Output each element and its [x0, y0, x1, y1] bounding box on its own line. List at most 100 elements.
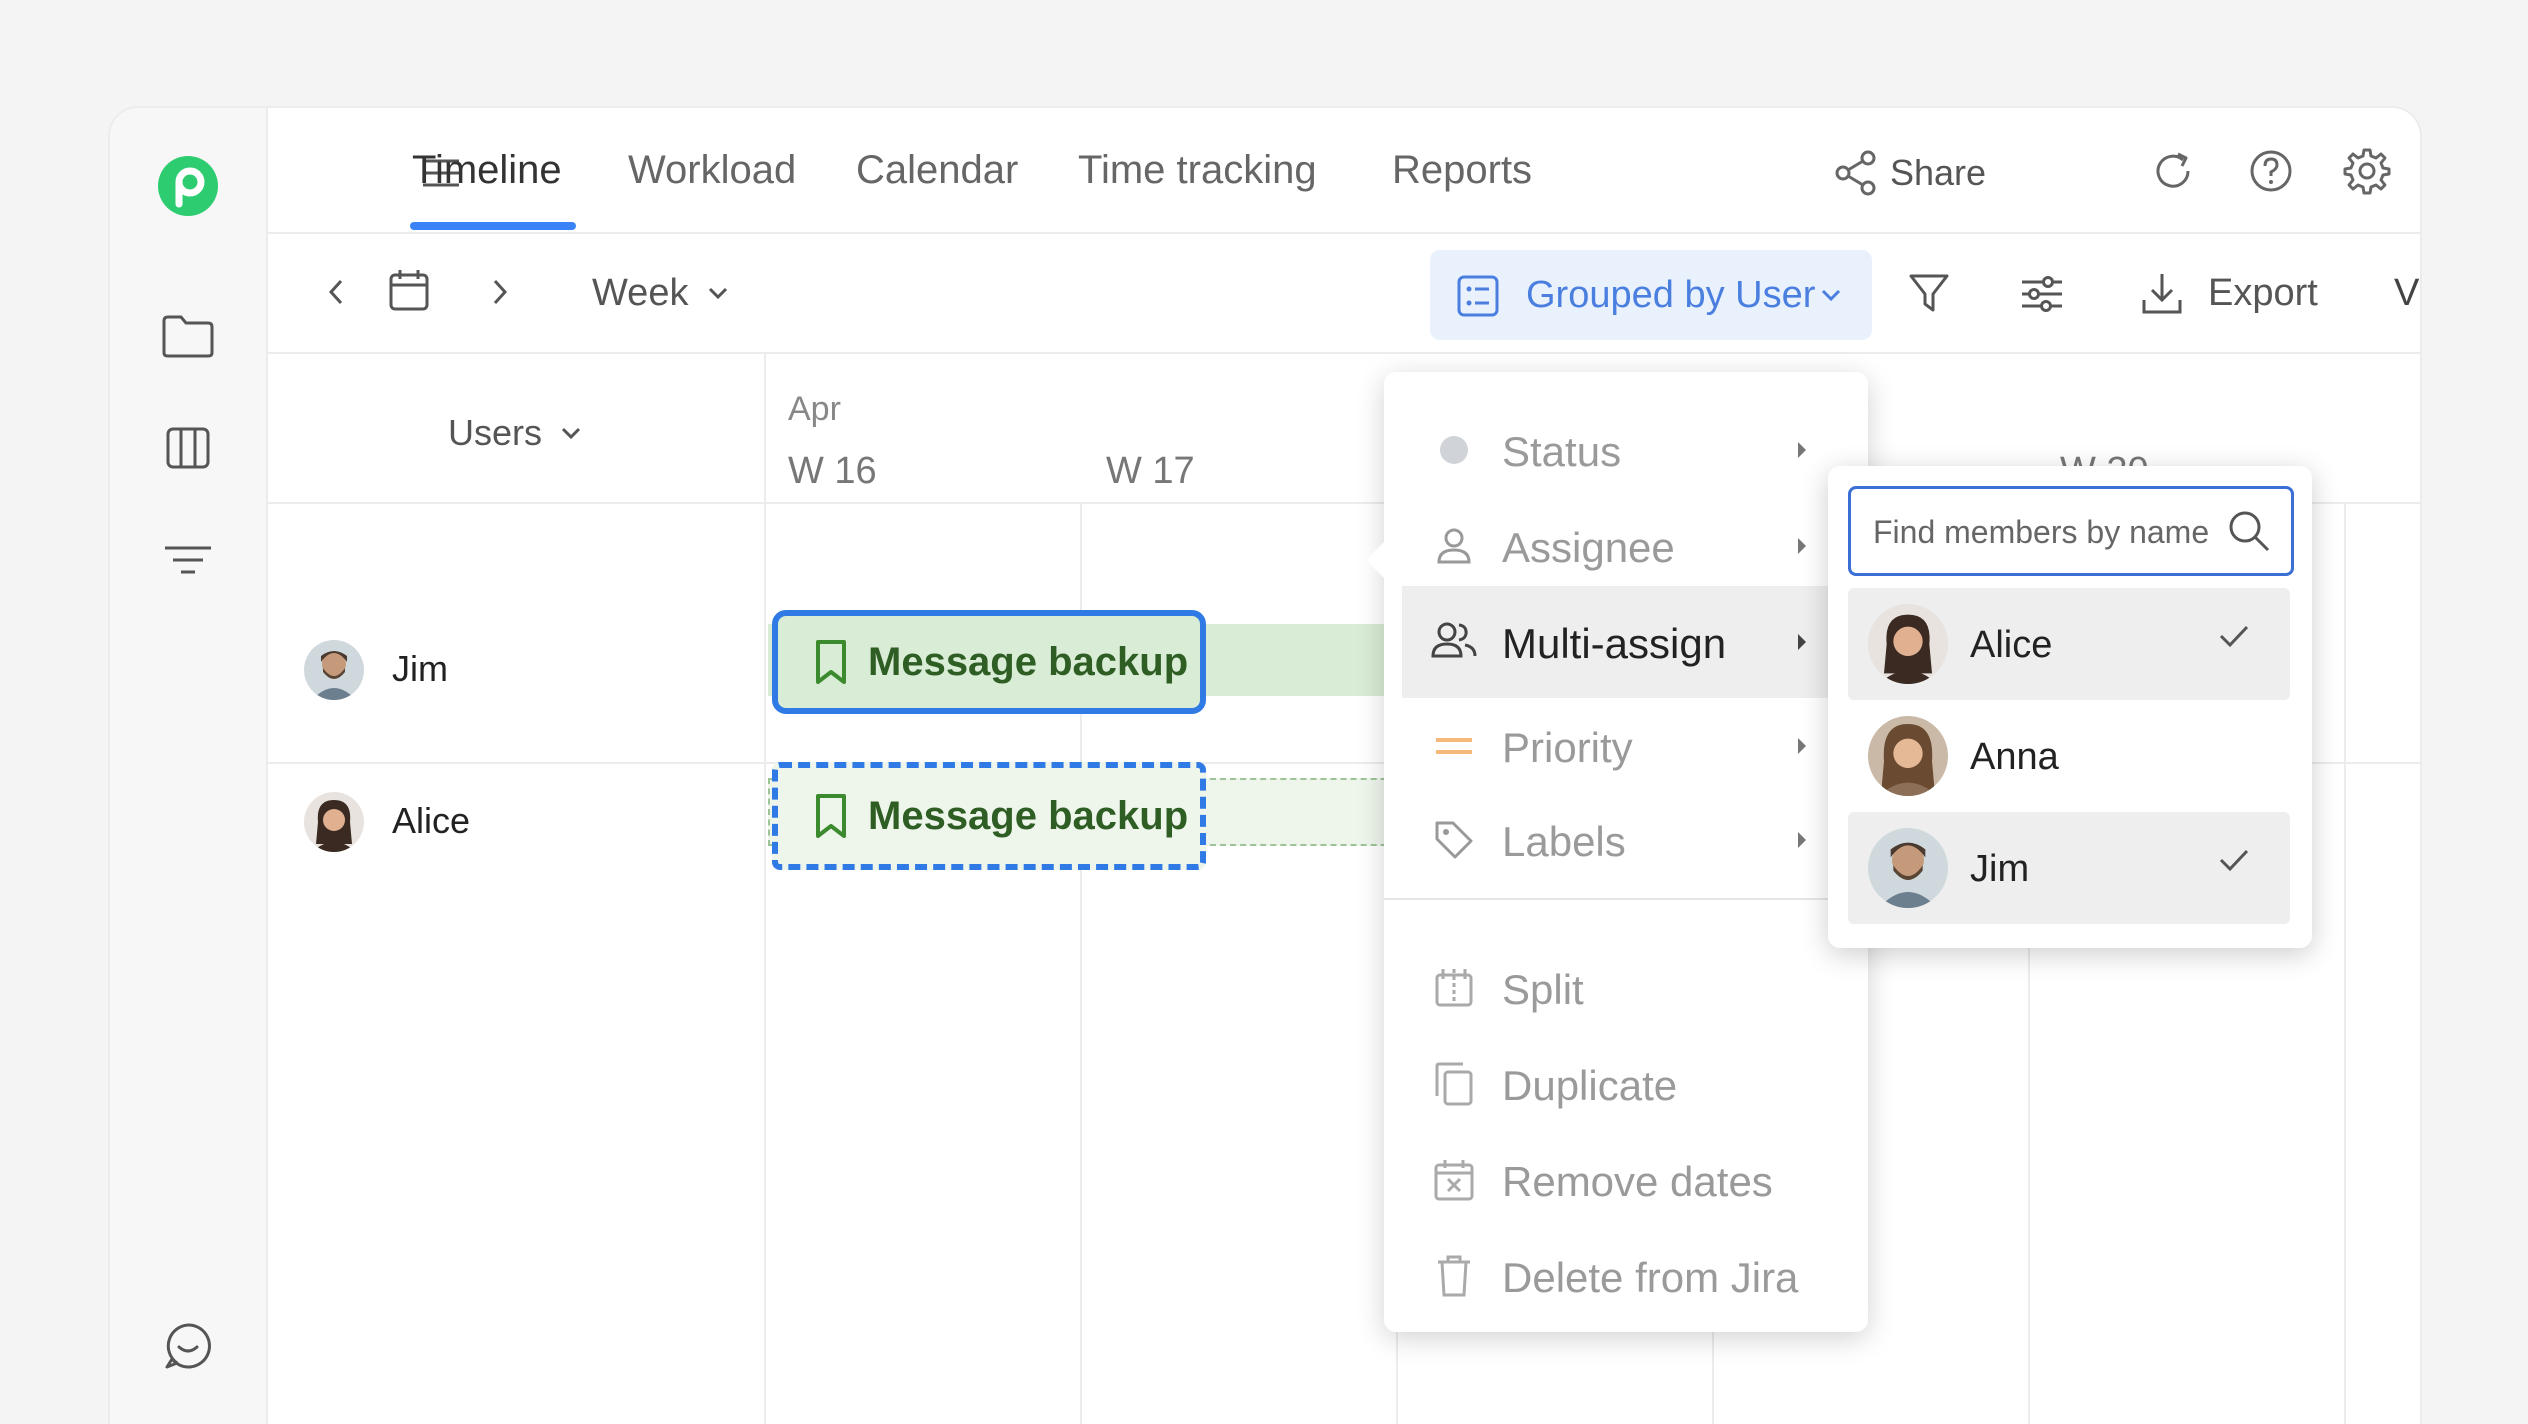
tab-time-tracking[interactable]: Time tracking: [1078, 148, 1317, 193]
user-name: Jim: [392, 648, 448, 689]
brand-logo-icon[interactable]: [156, 154, 220, 218]
task-title: Message backup: [868, 793, 1189, 838]
check-icon: [2218, 624, 2250, 648]
member-search-box: [1848, 486, 2294, 576]
filter-lines-icon[interactable]: [156, 528, 220, 592]
period-select-value: Week: [592, 271, 689, 314]
period-select[interactable]: Week: [592, 266, 730, 320]
chevron-down-icon: [1820, 288, 1842, 302]
folder-icon[interactable]: [156, 304, 220, 368]
menu-item-label: Priority: [1502, 724, 1633, 771]
menu-item-split[interactable]: Split: [1384, 940, 1868, 1036]
grouping-label: Grouped by User: [1526, 274, 1816, 316]
share-icon: [1834, 150, 1878, 196]
chevron-down-icon: [561, 427, 581, 440]
help-icon[interactable]: [2244, 144, 2298, 198]
bookmark-icon: [816, 640, 846, 684]
refresh-icon[interactable]: [2146, 144, 2200, 198]
view-button[interactable]: View: [2394, 272, 2420, 315]
menu-item-duplicate[interactable]: Duplicate: [1384, 1036, 1868, 1132]
menu-item-labels[interactable]: Labels: [1384, 792, 1868, 888]
member-search-input[interactable]: [1871, 489, 2235, 575]
chevron-right-icon: [1796, 830, 1808, 850]
top-nav: Timeline Workload Calendar Time tracking…: [268, 108, 2420, 234]
tab-workload[interactable]: Workload: [628, 148, 796, 193]
tab-calendar[interactable]: Calendar: [856, 148, 1018, 193]
adjustments-sliders-icon[interactable]: [2020, 272, 2064, 316]
member-option-alice[interactable]: Alice: [1848, 588, 2290, 700]
menu-item-status[interactable]: Status: [1384, 402, 1868, 498]
filter-funnel-icon[interactable]: [1908, 272, 1950, 316]
member-name: Anna: [1970, 736, 2059, 778]
check-icon: [2218, 848, 2250, 872]
avatar: [304, 792, 364, 852]
menu-item-label: Labels: [1502, 818, 1626, 865]
chevron-left-icon: [328, 279, 343, 305]
menu-pointer: [1366, 542, 1384, 578]
menu-item-remove-dates[interactable]: Remove dates: [1384, 1132, 1868, 1228]
chevron-right-icon: [1796, 632, 1808, 652]
menu-item-label: Remove dates: [1502, 1158, 1773, 1205]
share-label: Share: [1890, 152, 1987, 193]
chevron-right-icon: [1796, 736, 1808, 756]
member-name: Alice: [1970, 624, 2053, 666]
grouping-list-icon: [1456, 274, 1500, 318]
people-icon: [1430, 616, 1478, 664]
menu-item-label: Multi-assign: [1502, 620, 1727, 667]
task-bar-selected[interactable]: Message backup: [772, 610, 1206, 714]
menu-item-label: Duplicate: [1502, 1062, 1678, 1109]
avatar: [1868, 604, 1948, 684]
export-label: Export: [2208, 272, 2318, 314]
week-label: W 16: [788, 450, 877, 492]
menu-divider: [1384, 898, 1868, 900]
member-option-anna[interactable]: Anna: [1848, 700, 2290, 812]
board-columns-icon[interactable]: [156, 416, 220, 480]
users-header-label: Users: [448, 412, 543, 453]
menu-item-label: Delete from Jira: [1502, 1254, 1799, 1301]
task-title: Message backup: [868, 639, 1189, 684]
grid-divider: [764, 354, 766, 1424]
context-menu: Status Assignee Multi-assign Priority La…: [1366, 372, 1868, 1332]
grouping-select[interactable]: Grouped by User: [1430, 250, 1872, 340]
chat-icon[interactable]: [156, 1314, 220, 1378]
share-button[interactable]: Share: [1834, 146, 2004, 200]
menu-item-label: Assignee: [1502, 524, 1675, 571]
person-icon: [1430, 522, 1478, 570]
menu-item-delete-from-jira[interactable]: Delete from Jira: [1384, 1228, 1868, 1324]
avatar: [1868, 716, 1948, 796]
duplicate-icon: [1430, 1060, 1478, 1108]
avatar: [1868, 828, 1948, 908]
menu-item-multi-assign[interactable]: Multi-assign: [1402, 586, 1868, 698]
trash-icon: [1430, 1252, 1478, 1300]
members-submenu: Alice Anna Jim: [1828, 466, 2312, 948]
calendar-icon[interactable]: [388, 268, 430, 312]
toolbar: Week Grouped by User Export View: [268, 234, 2420, 354]
menu-item-label: Status: [1502, 428, 1622, 475]
tab-reports[interactable]: Reports: [1392, 148, 1532, 193]
grid-divider: [2344, 504, 2346, 1424]
task-bar-ghost[interactable]: Message backup: [772, 762, 1206, 870]
download-icon: [2140, 270, 2184, 316]
bookmark-icon: [816, 794, 846, 838]
avatar: [304, 640, 364, 700]
users-column-header[interactable]: Users: [448, 408, 582, 458]
member-option-jim[interactable]: Jim: [1848, 812, 2290, 924]
member-name: Jim: [1970, 848, 2030, 890]
left-rail: [110, 108, 268, 1424]
next-period-button[interactable]: [480, 270, 520, 314]
month-label: Apr: [788, 390, 841, 428]
active-tab-indicator: [410, 222, 576, 230]
priority-icon: [1430, 722, 1478, 770]
week-label: W 17: [1106, 450, 1195, 492]
menu-item-priority[interactable]: Priority: [1384, 698, 1868, 794]
menu-item-assignee[interactable]: Assignee: [1384, 498, 1868, 594]
previous-period-button[interactable]: [316, 270, 356, 314]
search-icon[interactable]: [2227, 509, 2271, 553]
user-name: Alice: [392, 800, 471, 841]
gear-icon[interactable]: [2340, 144, 2394, 198]
chevron-right-icon: [493, 279, 508, 305]
chevron-down-icon: [709, 287, 728, 300]
calendar-x-icon: [1430, 1156, 1478, 1204]
tag-icon: [1430, 816, 1478, 864]
tab-timeline[interactable]: Timeline: [412, 148, 562, 193]
